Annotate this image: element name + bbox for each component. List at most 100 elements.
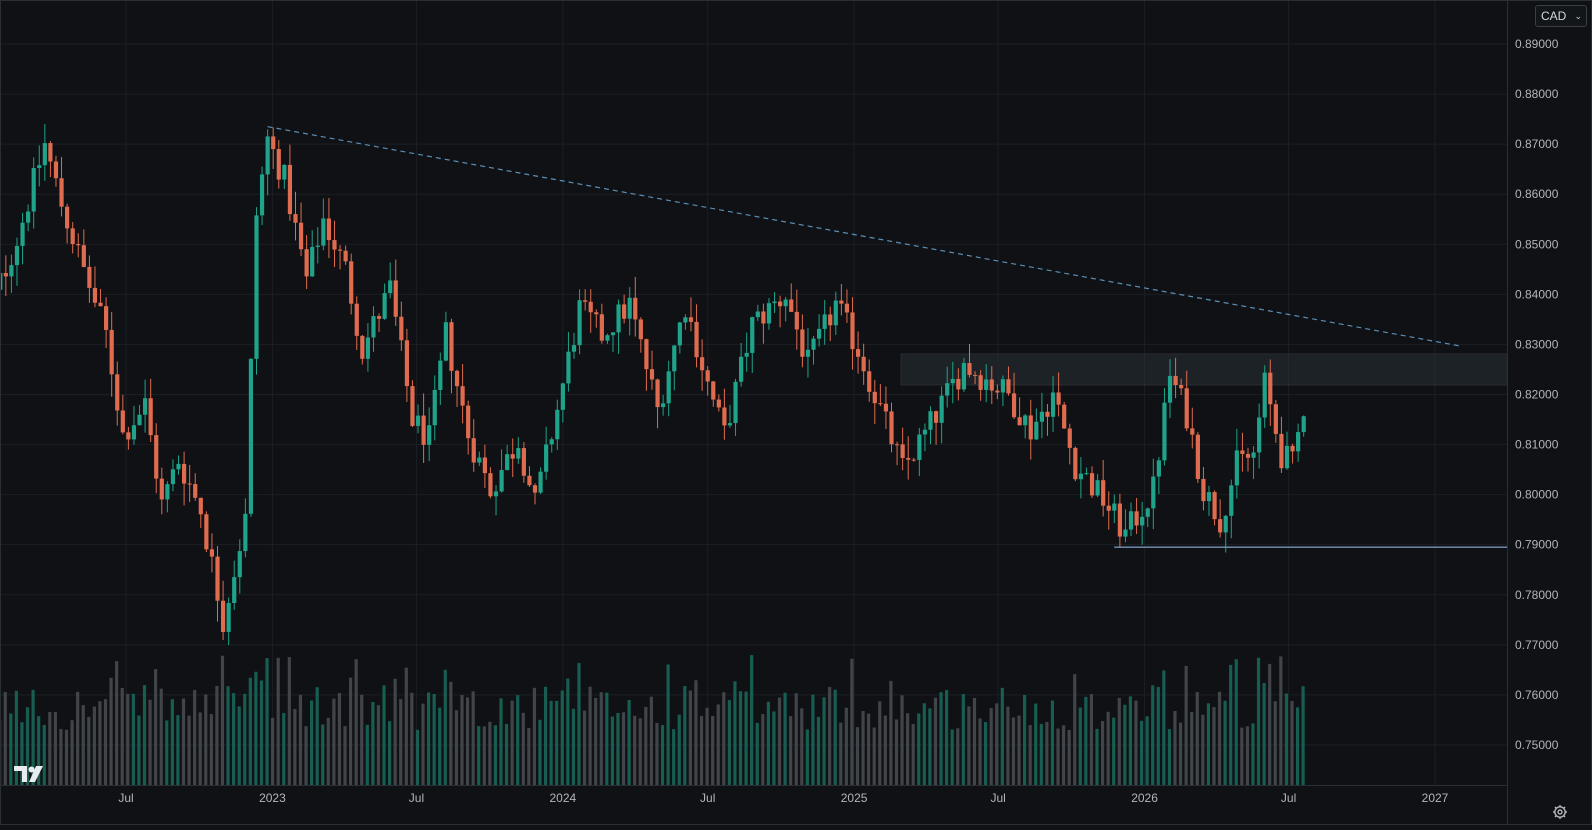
candle-body	[31, 168, 36, 212]
candle-body	[488, 473, 493, 497]
candle-body	[1234, 450, 1239, 486]
candle-body	[120, 410, 125, 433]
candle-body	[922, 429, 928, 435]
volume-bar	[777, 697, 782, 785]
candle-body	[588, 301, 593, 313]
volume-bar	[1156, 686, 1160, 785]
candle-body	[1050, 392, 1056, 417]
chart-canvas[interactable]: 0.89000 0.88000 0.87000 0.86000 0.85000 0.840…	[0, 0, 1592, 825]
volume-bar	[527, 727, 531, 785]
volume-bar	[900, 695, 904, 785]
volume-bar	[610, 716, 614, 785]
price-chart[interactable]: 0.89000 0.88000 0.87000 0.86000 0.85000 0.840…	[0, 0, 1592, 825]
candle-body	[939, 395, 944, 423]
candle-body	[1101, 480, 1106, 506]
candle-body	[393, 280, 398, 317]
candle-body	[772, 301, 777, 304]
volume-bar	[872, 727, 876, 785]
candle-body	[404, 340, 409, 387]
volume-bar	[293, 708, 297, 785]
candle-body	[1145, 508, 1150, 517]
volume-bar	[1139, 720, 1144, 785]
volume-bar	[538, 719, 542, 785]
volume-bar	[259, 680, 264, 785]
candle-body	[583, 300, 588, 302]
candle-body	[605, 335, 610, 341]
candle-body	[14, 245, 20, 266]
candle-body	[332, 240, 337, 250]
volume-bar	[1000, 687, 1004, 785]
price-tick-label: 0.87000	[1515, 137, 1559, 151]
volume-bar	[516, 695, 520, 785]
candle-body	[1251, 452, 1256, 458]
tradingview-logo[interactable]	[14, 765, 46, 783]
candle-body	[894, 444, 900, 446]
candle-body	[471, 438, 476, 463]
price-tick-label: 0.81000	[1515, 438, 1559, 452]
volume-bar	[1212, 707, 1216, 785]
candle-body	[70, 228, 75, 245]
currency-dropdown[interactable]: CAD ⌄	[1535, 5, 1587, 27]
volume-bar	[761, 714, 765, 785]
candle-body	[967, 363, 972, 375]
candle-body	[995, 390, 1000, 393]
candle-body	[48, 143, 53, 162]
volume-bar	[577, 663, 581, 785]
volume-bar	[878, 701, 882, 785]
candle-body	[816, 328, 822, 339]
candle-body	[1156, 460, 1161, 477]
volume-bar	[1240, 727, 1244, 785]
candle-body	[131, 425, 137, 440]
volume-bar	[426, 692, 431, 785]
price-tick-label: 0.86000	[1515, 187, 1559, 201]
volume-bar	[1106, 711, 1110, 785]
price-tick-label: 0.89000	[1515, 37, 1559, 51]
candle-body	[287, 164, 293, 215]
candle-body	[1045, 411, 1050, 417]
settings-button[interactable]	[1551, 803, 1569, 821]
volume-bar	[399, 699, 403, 785]
candle-body	[1062, 404, 1067, 429]
volume-bar	[1084, 696, 1088, 785]
candle-body	[666, 371, 671, 404]
candle-body	[142, 398, 148, 415]
candle-body	[783, 299, 788, 307]
candle-body	[744, 352, 749, 357]
volume-bar	[805, 729, 809, 785]
candle-body	[716, 399, 721, 408]
volume-bar	[688, 690, 692, 785]
candle-body	[594, 312, 599, 315]
candle-body	[766, 303, 772, 324]
candle-body	[1067, 428, 1072, 448]
volume-bar	[833, 689, 837, 785]
candle-body	[1279, 433, 1284, 469]
gear-icon	[1553, 805, 1567, 819]
time-tick-label: 2024	[550, 791, 577, 805]
candle-body	[154, 435, 159, 479]
volume-bar	[510, 700, 514, 785]
candle-body	[26, 211, 31, 223]
candle-body	[750, 317, 755, 353]
volume-bar	[1167, 729, 1172, 785]
volume-bar	[187, 715, 191, 785]
volume-bar	[861, 711, 865, 785]
price-tick-label: 0.84000	[1515, 287, 1559, 301]
time-tick-label: Jul	[990, 791, 1005, 805]
volume-bar	[560, 690, 564, 785]
candle-body	[917, 434, 922, 460]
candle-body	[950, 378, 955, 384]
candle-body	[978, 375, 983, 390]
candle-body	[928, 411, 933, 430]
volume-bar	[1229, 664, 1233, 785]
candle-body	[1112, 503, 1117, 511]
volume-bar	[326, 717, 330, 785]
price-tick-label: 0.85000	[1515, 237, 1559, 251]
volume-bar	[1095, 728, 1099, 785]
volume-bar	[387, 721, 392, 785]
volume-bar	[232, 693, 236, 785]
candle-body	[477, 457, 482, 463]
volume-bar	[933, 697, 938, 785]
candle-body	[633, 297, 638, 320]
volume-bar	[599, 692, 603, 785]
candle-body	[521, 448, 526, 476]
